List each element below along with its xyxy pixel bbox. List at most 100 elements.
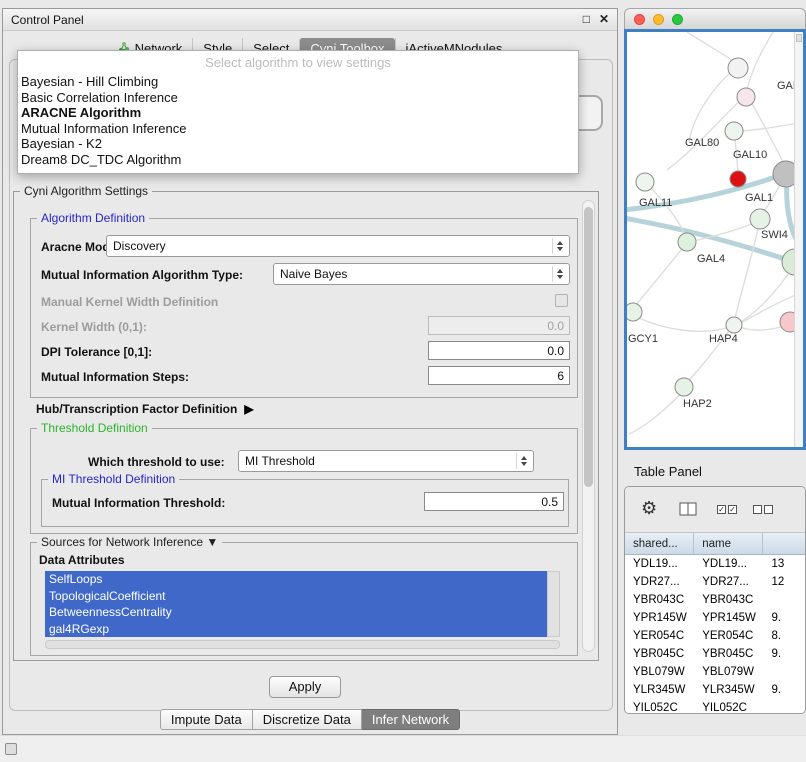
network-scrollbar-thumb[interactable] <box>796 34 802 42</box>
select-all-checks-icon[interactable]: ✓ ✓ <box>717 505 737 514</box>
mi-steps-field[interactable]: 6 <box>428 366 570 385</box>
dpi-tolerance-label: DPI Tolerance [0,1]: <box>41 345 152 359</box>
table-row[interactable]: YER054CYER054C8. <box>625 627 805 645</box>
table-cell: 9. <box>763 681 805 699</box>
sources-group-title[interactable]: Sources for Network Inference ▼ <box>37 535 222 549</box>
panel-dock-icon[interactable] <box>5 743 17 755</box>
data-attributes-list: SelfLoopsTopologicalCoefficientBetweenne… <box>45 571 547 637</box>
bottom-tabs: Impute DataDiscretize DataInfer Network <box>3 709 617 730</box>
table-cell: YBR043C <box>625 591 694 609</box>
table-cell: YBR045C <box>694 645 763 663</box>
gear-icon[interactable]: ⚙ <box>641 498 657 518</box>
column-header-shared[interactable]: shared... <box>625 533 694 554</box>
table-header: shared...name <box>625 533 805 555</box>
table-row[interactable]: YBR043CYBR043C <box>625 591 805 609</box>
network-node[interactable] <box>675 378 693 396</box>
attributes-vertical-scrollbar[interactable] <box>547 571 560 637</box>
network-node[interactable] <box>737 88 755 106</box>
table-row[interactable]: YBL079WYBL079W <box>625 663 805 681</box>
column-header-2[interactable] <box>763 533 805 554</box>
table-cell: 13 <box>763 555 805 573</box>
table-row[interactable]: YDR27...YDR27...12 <box>625 573 805 591</box>
aracne-mode-select[interactable]: Discovery <box>106 235 570 257</box>
kernel-width-field[interactable]: 0.0 <box>428 316 570 335</box>
table-panel-window: ⚙ ✓ ✓ shared...name YDL19...YDL19...13YD… <box>624 486 806 714</box>
table-row[interactable]: YPR145WYPR145W9. <box>625 609 805 627</box>
network-edge <box>629 391 683 434</box>
control-panel-titlebar: Control Panel □ ✕ <box>3 9 617 31</box>
attribute-item-selfloops[interactable]: SelfLoops <box>45 571 547 588</box>
mi-threshold-field[interactable]: 0.5 <box>424 492 564 511</box>
settings-group-title: Cyni Algorithm Settings <box>20 184 152 198</box>
mi-threshold-definition-title: MI Threshold Definition <box>48 472 179 486</box>
mi-algorithm-type-select[interactable]: Naive Bayes <box>273 263 570 285</box>
algorithm-option-aracne-algorithm[interactable]: ARACNE Algorithm <box>18 105 578 121</box>
apply-button[interactable]: Apply <box>269 676 341 698</box>
network-node[interactable] <box>636 173 654 191</box>
table-body: YDL19...YDL19...13YDR27...YDR27...12YBR0… <box>625 555 805 713</box>
attribute-item-betweennesscentrality[interactable]: BetweennessCentrality <box>45 604 547 621</box>
algorithm-placeholder: Select algorithm to view settings <box>18 55 578 74</box>
combo-arrows-icon <box>552 266 567 282</box>
attribute-item-gal4rgexp[interactable]: gal4RGexp <box>45 621 547 638</box>
close-icon[interactable]: ✕ <box>599 12 609 26</box>
mi-threshold-label: Mutual Information Threshold: <box>52 496 225 510</box>
table-cell: YIL052C <box>694 699 763 713</box>
settings-scrollbar[interactable] <box>582 200 595 652</box>
unchecked-box-icon <box>753 505 762 514</box>
network-canvas[interactable]: GALGAL80GAL10GAL11GAL1SWI4GAL4GCY1HAP4HA… <box>624 29 806 450</box>
network-node[interactable] <box>728 58 748 78</box>
network-node[interactable] <box>726 317 742 333</box>
network-edge <box>635 245 685 306</box>
tab-impute-data[interactable]: Impute Data <box>160 709 253 730</box>
column-header-name[interactable]: name <box>694 533 763 554</box>
checked-box-icon: ✓ <box>717 505 726 514</box>
mi-steps-label: Mutual Information Steps: <box>41 370 189 384</box>
network-window-titlebar <box>624 8 806 29</box>
hub-section-toggle[interactable]: Hub/Transcription Factor Definition ▶ <box>36 402 254 416</box>
network-node[interactable] <box>725 122 743 140</box>
table-cell: YDL19... <box>625 555 694 573</box>
algorithm-option-mutual-information-inference[interactable]: Mutual Information Inference <box>18 121 578 137</box>
algorithm-option-basic-correlation-inference[interactable]: Basic Correlation Inference <box>18 90 578 106</box>
table-cell: 9. <box>763 645 805 663</box>
scrollbar-thumb[interactable] <box>584 207 593 487</box>
columns-icon[interactable] <box>679 502 697 521</box>
attributes-horizontal-scrollbar[interactable] <box>45 640 560 649</box>
table-panel-title: Table Panel <box>634 464 702 479</box>
network-node[interactable] <box>627 303 642 321</box>
network-node[interactable] <box>750 209 770 229</box>
sources-title-text: Sources for Network Inference <box>41 535 203 549</box>
minimize-traffic-light-icon[interactable] <box>653 14 664 25</box>
tab-infer-network[interactable]: Infer Network <box>362 709 460 730</box>
table-cell: YLR345W <box>694 681 763 699</box>
network-scrollbar[interactable] <box>794 32 803 447</box>
table-cell: YDR27... <box>625 573 694 591</box>
table-row[interactable]: YBR045CYBR045C9. <box>625 645 805 663</box>
algorithm-option-bayesian-hill-climbing[interactable]: Bayesian - Hill Climbing <box>18 74 578 90</box>
table-toolbar: ⚙ ✓ ✓ <box>625 487 805 533</box>
node-label: HAP4 <box>709 333 738 345</box>
table-row[interactable]: YIL052CYIL052C <box>625 699 805 713</box>
which-threshold-select[interactable]: MI Threshold <box>238 450 534 472</box>
close-traffic-light-icon[interactable] <box>634 14 645 25</box>
algorithm-option-dream8-dc-tdc-algorithm[interactable]: Dream8 DC_TDC Algorithm <box>18 152 578 168</box>
manual-kernel-checkbox[interactable] <box>555 294 568 307</box>
network-node[interactable] <box>730 171 746 187</box>
node-label: GAL80 <box>685 137 719 149</box>
algorithm-option-bayesian-k2[interactable]: Bayesian - K2 <box>18 136 578 152</box>
table-row[interactable]: YLR345WYLR345W9. <box>625 681 805 699</box>
zoom-traffic-light-icon[interactable] <box>672 14 683 25</box>
network-node[interactable] <box>678 233 696 251</box>
combo-arrows-icon <box>516 453 531 469</box>
tab-discretize-data[interactable]: Discretize Data <box>253 709 362 730</box>
threshold-definition-title: Threshold Definition <box>37 421 152 435</box>
attribute-item-topologicalcoefficient[interactable]: TopologicalCoefficient <box>45 588 547 605</box>
table-row[interactable]: YDL19...YDL19...13 <box>625 555 805 573</box>
table-cell: YPR145W <box>625 609 694 627</box>
which-threshold-label: Which threshold to use: <box>88 455 225 469</box>
clear-all-checks-icon[interactable] <box>753 505 773 514</box>
float-window-icon[interactable]: □ <box>583 12 590 26</box>
algorithm-dropdown-popup: Select algorithm to view settings Bayesi… <box>17 50 579 174</box>
dpi-tolerance-field[interactable]: 0.0 <box>428 341 570 360</box>
